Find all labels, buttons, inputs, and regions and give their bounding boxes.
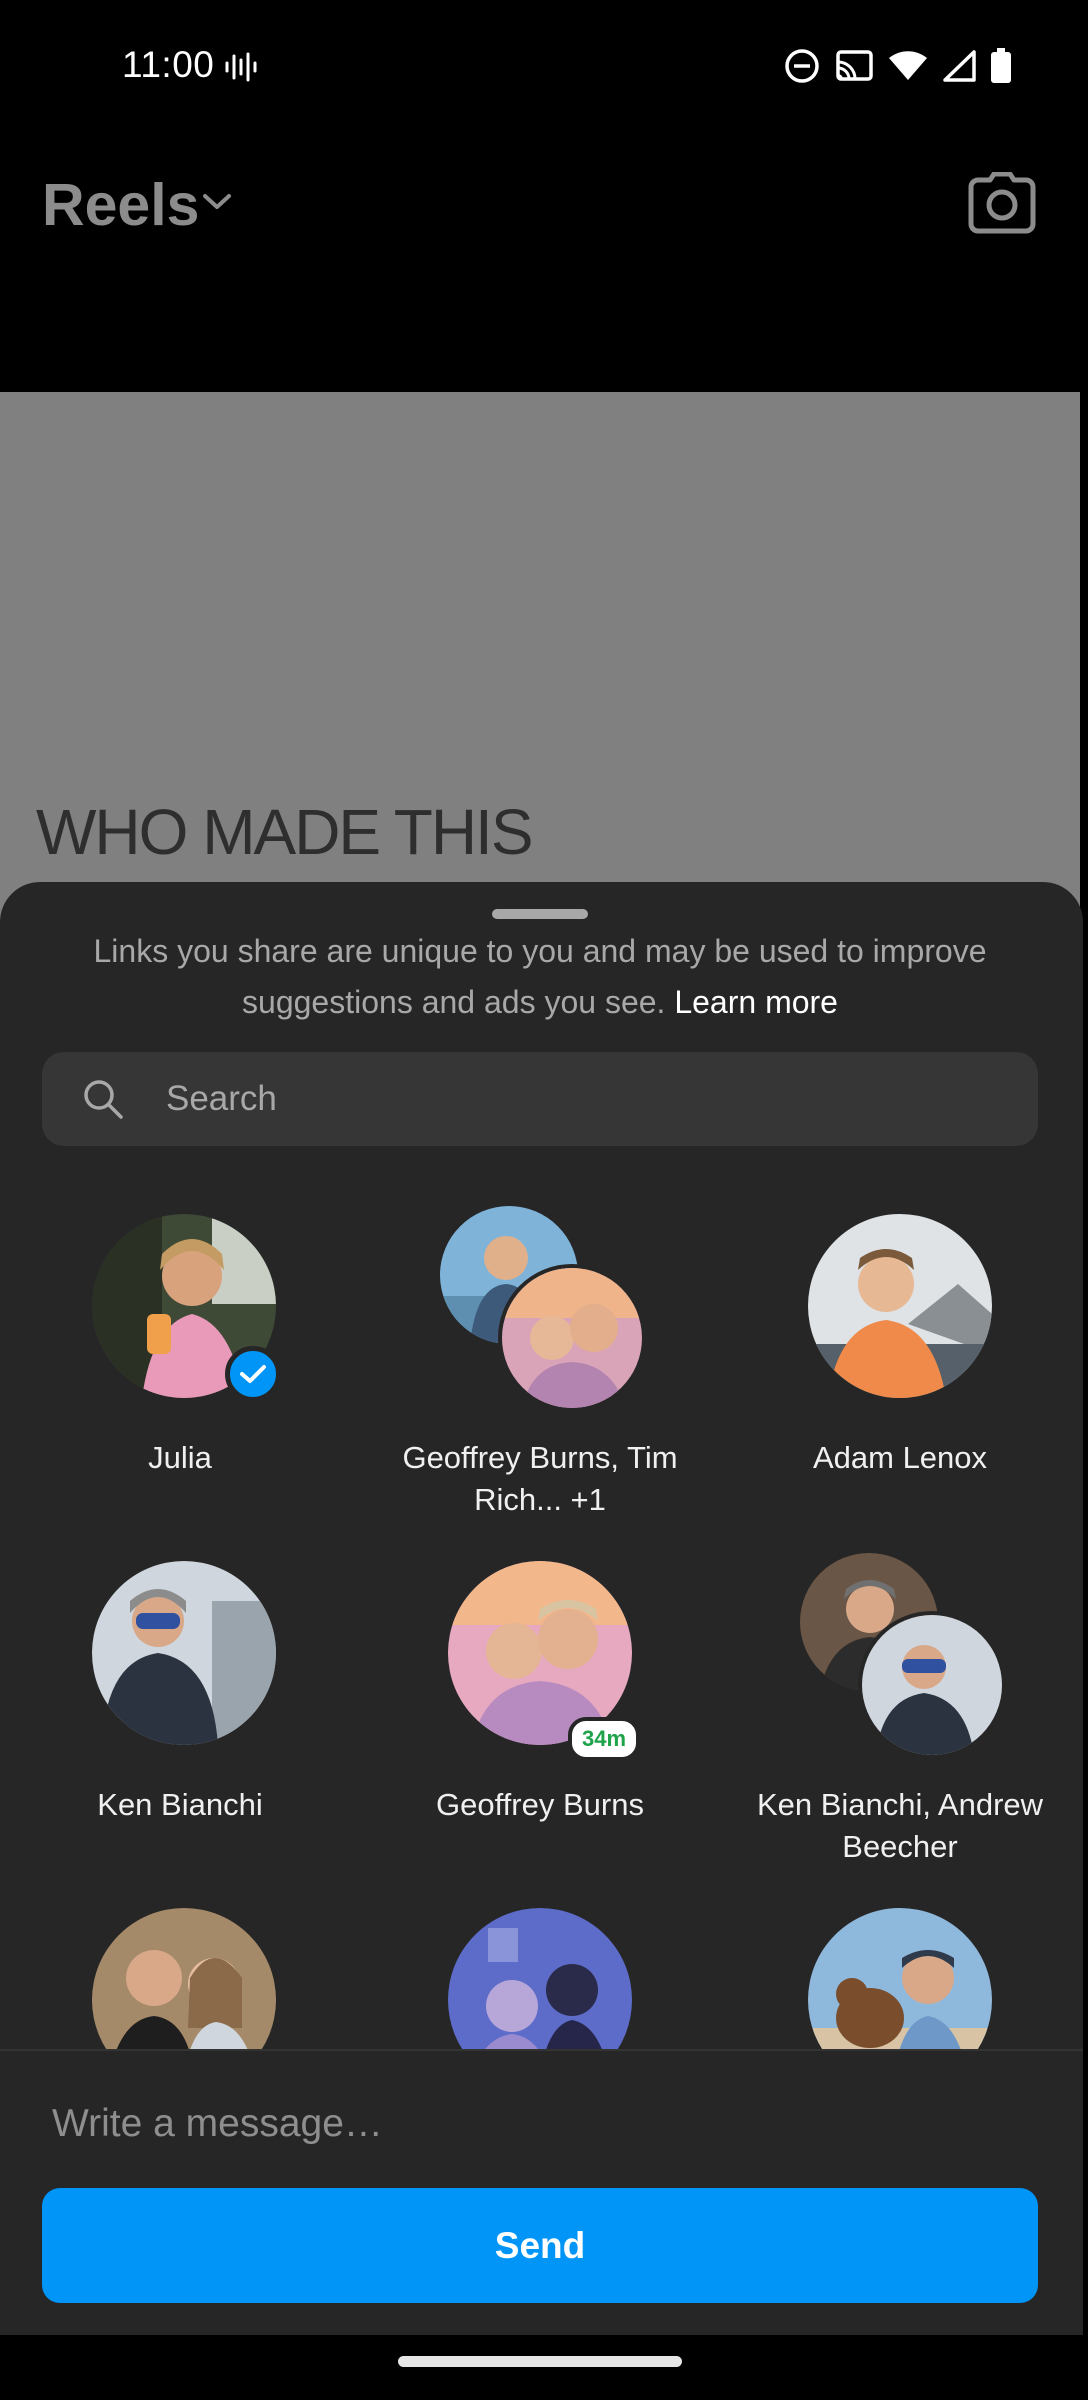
avatar [858,1611,1006,1759]
avatar [88,1904,280,2049]
signal-icon [943,50,976,82]
home-indicator[interactable] [398,2356,682,2367]
avatar [804,1904,996,2049]
contact-group-ken-andrew[interactable]: Ken Bianchi, Andrew Beecher [730,1549,1070,1864]
send-button[interactable]: Send [42,2188,1038,2303]
selected-check-icon [225,1346,281,1402]
active-time-badge: 34m [568,1717,641,1761]
contact-row3-1[interactable] [10,1904,350,2049]
learn-more-link[interactable]: Learn more [674,984,838,1020]
search-icon [84,1080,123,1119]
cast-icon [836,50,873,81]
contact-name: Ken Bianchi, Andrew Beecher [756,1787,1044,1864]
contact-group-geoffrey-tim[interactable]: Geoffrey Burns, Tim Rich... +1 [370,1202,710,1517]
contact-ken-bianchi[interactable]: Ken Bianchi [10,1557,350,1822]
contact-name: Julia [148,1440,212,1475]
search-input[interactable] [166,1052,966,1146]
contact-adam-lenox[interactable]: Adam Lenox [730,1210,1070,1475]
avatar [444,1904,636,2049]
contact-name: Ken Bianchi [97,1787,263,1822]
right-edge [1083,130,1088,2400]
notice-text: Links you share are unique to you and ma… [93,933,987,1020]
reels-title[interactable]: Reels [42,171,199,239]
search-box[interactable] [42,1052,1038,1146]
status-time: 11:00 [122,44,215,85]
message-input[interactable] [52,2082,1032,2166]
status-icons [784,48,1012,84]
divider [0,2049,1083,2051]
avatar [804,1210,996,1402]
top-bar: Reels [0,130,1088,392]
contact-row3-2[interactable] [370,1904,710,2049]
avatar [498,1264,646,1412]
contact-geoffrey-burns[interactable]: 34m Geoffrey Burns [370,1557,710,1822]
video-caption: WHO MADE THIS [36,796,533,868]
contact-name: Geoffrey Burns, Tim Rich... +1 [402,1440,678,1517]
audio-wave-icon [225,52,257,82]
contact-row3-3[interactable] [730,1904,1070,2049]
battery-icon [991,48,1011,83]
avatar [88,1557,280,1749]
camera-icon[interactable] [968,172,1036,234]
contact-name: Adam Lenox [812,1440,988,1475]
status-bar: 11:00 [0,0,1088,130]
contact-name: Geoffrey Burns [436,1787,644,1822]
drag-handle[interactable] [492,909,588,919]
chevron-down-icon[interactable] [202,192,232,212]
share-sheet: Links you share are unique to you and ma… [0,882,1083,2335]
contact-julia[interactable]: Julia [10,1210,350,1475]
share-notice: Links you share are unique to you and ma… [60,926,1020,1028]
do-not-disturb-icon [785,49,819,83]
wifi-icon [889,51,927,80]
